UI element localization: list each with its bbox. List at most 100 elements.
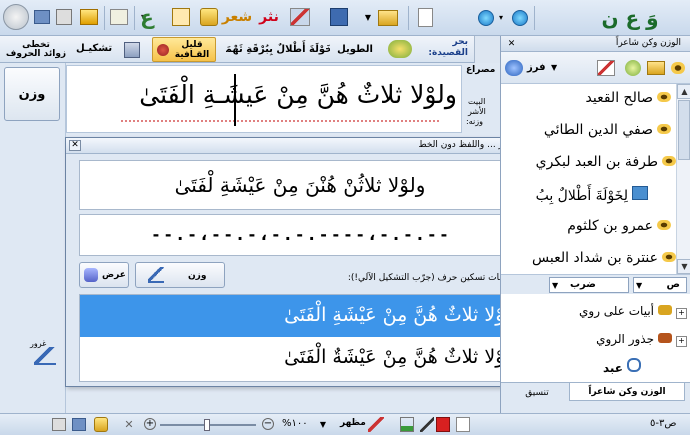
book-icon[interactable] <box>436 417 450 432</box>
list-item[interactable]: صالح القعيد <box>501 90 671 112</box>
zoom-out-icon[interactable]: − <box>262 418 274 430</box>
status-bar: ✕ + − %١٠٠ ▼ مظهر ص٣-٥ <box>0 413 690 435</box>
open-folder-icon[interactable] <box>647 61 665 75</box>
tools-icon[interactable] <box>597 60 615 76</box>
verse-text[interactable]: ولوْلا ثلاثٌ هُنَّ مِنْ عَيشَـةِ الْفَتَ… <box>77 80 457 120</box>
tashkeel-button[interactable]: تشكيـل <box>72 37 150 62</box>
verse-editor[interactable]: ولوْلا ثلاثٌ هُنَّ مِنْ عَيشَـةِ الْفَتَ… <box>66 65 462 133</box>
chevron-down-icon[interactable]: ▼ <box>364 12 372 22</box>
arrow-left-nav-icon[interactable] <box>478 10 494 26</box>
wazn-main-button[interactable]: وزن <box>4 67 60 121</box>
roots-icon <box>658 333 672 343</box>
zoom-level: %١٠٠ <box>282 418 308 429</box>
tree-item[interactable]: +جذور الروي <box>541 332 687 347</box>
filter-combo[interactable]: ضرب ▼ <box>549 277 629 293</box>
mail-icon[interactable] <box>110 9 128 25</box>
chart-icon[interactable] <box>400 417 414 432</box>
zoom-thumb[interactable] <box>204 419 210 431</box>
gear-icon[interactable] <box>3 4 29 30</box>
spelling-underline <box>121 120 439 122</box>
window-icon[interactable] <box>72 418 86 431</box>
filter-label-box[interactable]: ص ▼ <box>633 277 687 293</box>
cursor-position: ص٣-٥ <box>650 418 677 429</box>
tashkeel-label: تشكيـل <box>76 43 113 54</box>
list-item[interactable]: ولوْلا ثلاثٌ هُنَّ مِنْ عَيْشَةٌ الْفَتَ… <box>80 337 525 379</box>
side-panel: ✕ الوزن وكن شاعراً فرز ▼ صالح القعيد صفي… <box>500 36 690 413</box>
panel-toolbar: فرز ▼ <box>501 52 690 84</box>
list-item[interactable]: طرفة بن العبد لبكري <box>501 154 676 176</box>
logo-icon[interactable]: ع <box>134 2 160 32</box>
view-label: مظهر <box>340 418 366 428</box>
search-icon <box>627 358 641 372</box>
metre-pattern-box[interactable]: - - . - ، - - . - ، - . - . - - - - ، - … <box>79 214 526 256</box>
zoom-in-icon[interactable]: + <box>144 418 156 430</box>
list-item[interactable]: عمرو بن كلثوم <box>501 218 671 240</box>
zoom-slider[interactable] <box>160 419 256 431</box>
misra-label: مصراع <box>466 65 496 75</box>
prose-icon[interactable]: نثر <box>258 6 280 28</box>
list-item[interactable]: ولوْلا ثلاثٌ هُنَّ مِنْ عَيْشَةِ الْفَتَ… <box>80 295 525 337</box>
poem-title[interactable]: لِخَوْلَةَ أَطْلالٌ بِبُرْقَةِ ثَهْمَدِ <box>226 39 330 59</box>
pen-icon[interactable] <box>420 417 434 432</box>
close-icon[interactable]: ✕ <box>506 38 517 49</box>
nav-separator-icon: ▾ <box>498 12 503 22</box>
chevron-down-icon[interactable]: ▼ <box>552 281 558 290</box>
long-metre-label[interactable]: الطويل <box>330 39 380 59</box>
calculator-icon[interactable] <box>172 8 190 26</box>
eye-icon <box>662 252 676 262</box>
poetry-icon[interactable]: شعر <box>222 6 252 28</box>
close-icon[interactable]: ✕ <box>69 140 81 151</box>
scan-icon[interactable] <box>34 347 56 365</box>
tree-view[interactable]: +أبيات على روي +جذور الروي عبد <box>501 294 690 378</box>
ballot-icon <box>84 268 98 282</box>
encoded-text: ولوْلا ثلاثُنْ هُنْنَ مِنْ عَيْشَةِ لْفَ… <box>174 173 426 197</box>
open-folder-icon[interactable] <box>378 10 398 26</box>
dialog-titlebar: ✕ الترميز ... واللفظ دون الخط <box>66 138 529 154</box>
lock-icon[interactable] <box>94 417 108 432</box>
close-icon[interactable]: ✕ <box>122 417 136 432</box>
panel-header: ✕ الوزن وكن شاعراً <box>501 36 690 52</box>
list-item[interactable]: لِخَوْلَةَ أَطْلالٌ بِبُ <box>501 186 676 208</box>
eye-icon[interactable] <box>671 62 685 74</box>
tree-item[interactable]: +أبيات على روي <box>541 304 687 319</box>
list-item[interactable]: صفي الدين الطائي <box>501 122 671 144</box>
unlock-icon[interactable] <box>200 8 218 26</box>
tools-icon[interactable] <box>368 417 384 432</box>
expand-icon[interactable]: + <box>676 308 687 319</box>
scroll-up-icon[interactable]: ▲ <box>677 84 690 99</box>
tree-item[interactable]: عبد <box>561 358 641 375</box>
poets-list[interactable]: صالح القعيد صفي الدين الطائي طرفة بن الع… <box>501 84 676 274</box>
print-icon[interactable] <box>52 418 66 431</box>
arrow-right-nav-icon[interactable] <box>512 10 528 26</box>
print-icon[interactable] <box>56 9 72 25</box>
new-doc-icon[interactable] <box>418 8 433 27</box>
scroll-thumb[interactable] <box>678 100 690 160</box>
scroll-down-icon[interactable]: ▼ <box>677 259 690 274</box>
tools-icon[interactable] <box>290 8 310 26</box>
qaliq-qafiya-button[interactable]: قليل القـافية <box>152 37 216 62</box>
dialog-wazn-button[interactable]: وزن <box>135 262 225 288</box>
window-icon[interactable] <box>34 10 50 24</box>
filter-value: ضرب <box>570 279 596 290</box>
leaf-icon[interactable] <box>625 60 641 76</box>
encoded-text-box[interactable]: ولوْلا ثلاثُنْ هُنْنَ مِنْ عَيْشَةِ لْفَ… <box>79 160 526 210</box>
ribbon-scroll[interactable] <box>474 36 500 63</box>
chevron-down-icon[interactable]: ▼ <box>636 281 642 290</box>
tab-wazn[interactable]: الوزن وكن شاعراً <box>569 383 685 401</box>
chevron-down-icon[interactable]: ▼ <box>318 419 328 429</box>
expand-icon[interactable]: + <box>676 336 687 347</box>
suggestions-list[interactable]: ولوْلا ثلاثٌ هُنَّ مِنْ عَيْشَةِ الْفَتَ… <box>79 294 526 382</box>
qaliq-label: قليل القـافية <box>174 40 210 60</box>
list-item[interactable]: عنترة بن شداد العبس <box>501 250 676 272</box>
save-icon[interactable] <box>330 8 348 26</box>
users-icon[interactable] <box>505 60 523 76</box>
poets-scrollbar[interactable]: ▲ ▼ <box>676 84 690 274</box>
show-button[interactable]: عرض <box>79 262 129 288</box>
suggestion-text: ولوْلا ثلاثٌ هُنَّ مِنْ عَيْشَةٌ الْفَتَ… <box>284 346 520 368</box>
doc-icon[interactable] <box>456 417 470 432</box>
tab-format[interactable]: تنسيق <box>507 385 567 401</box>
chevron-down-icon[interactable]: ▼ <box>551 63 557 72</box>
filter-icon[interactable] <box>80 9 98 25</box>
faraz-button[interactable]: فرز <box>527 62 546 73</box>
remove-extra-letters-button[interactable]: تخطى زوائد الحروف <box>2 37 70 62</box>
